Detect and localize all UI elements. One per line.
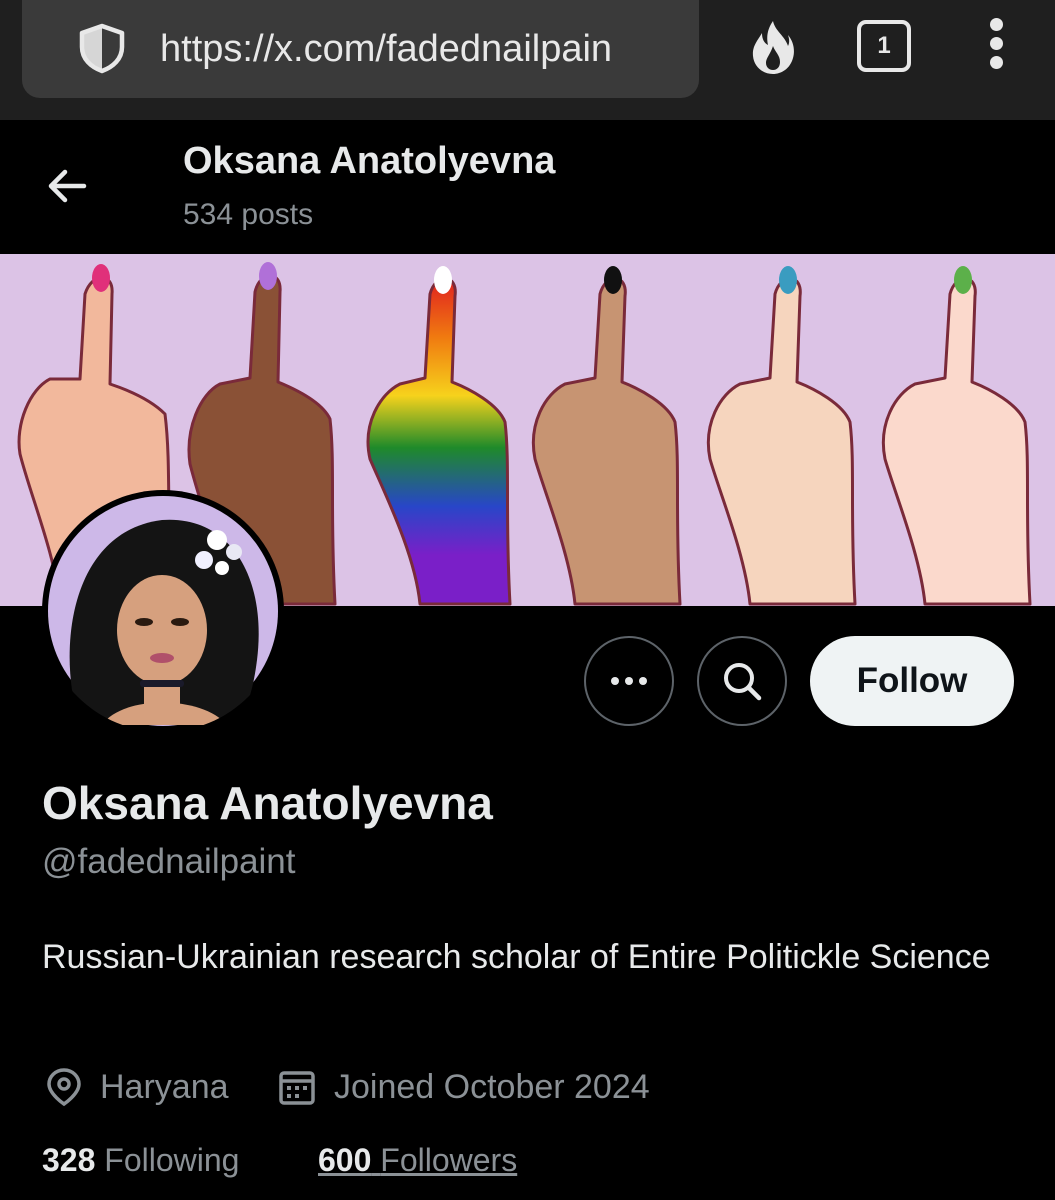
fire-icon[interactable] (748, 18, 798, 76)
avatar[interactable] (42, 490, 284, 732)
following-count: 328 (42, 1142, 96, 1178)
calendar-icon (279, 1071, 315, 1105)
search-button[interactable] (697, 636, 787, 726)
location-pin-icon (47, 1068, 81, 1107)
shield-icon[interactable] (72, 22, 132, 74)
kebab-menu-icon[interactable] (982, 18, 1010, 74)
more-dots-icon (611, 677, 619, 685)
address-bar[interactable]: https://x.com/fadednailpain (22, 0, 699, 98)
url-text[interactable]: https://x.com/fadednailpain (160, 26, 690, 72)
profile-bio: Russian-Ukrainian research scholar of En… (42, 938, 991, 976)
joined-text: Joined October 2024 (334, 1067, 650, 1106)
profile-name: Oksana Anatolyevna (42, 777, 493, 829)
more-options-button[interactable] (584, 636, 674, 726)
following-link[interactable]: 328 Following (42, 1142, 239, 1190)
browser-toolbar: https://x.com/fadednailpain 1 (0, 0, 1055, 120)
followers-label: Followers (380, 1142, 518, 1178)
header-post-count: 534 posts (183, 198, 314, 231)
follow-button[interactable]: Follow (810, 636, 1014, 726)
header-profile-name: Oksana Anatolyevna (183, 140, 556, 182)
back-arrow-icon[interactable] (44, 163, 90, 209)
tabs-icon[interactable]: 1 (857, 20, 911, 72)
profile-joined-date: Joined October 2024 (278, 1062, 650, 1112)
following-label: Following (104, 1142, 240, 1178)
followers-link[interactable]: 600 Followers (318, 1142, 517, 1190)
location-text: Haryana (100, 1067, 229, 1106)
avatar-illustration (48, 496, 278, 726)
profile-location: Haryana (46, 1062, 229, 1112)
search-icon (724, 663, 762, 701)
followers-count: 600 (318, 1142, 372, 1178)
profile-handle: @fadednailpaint (42, 842, 296, 881)
